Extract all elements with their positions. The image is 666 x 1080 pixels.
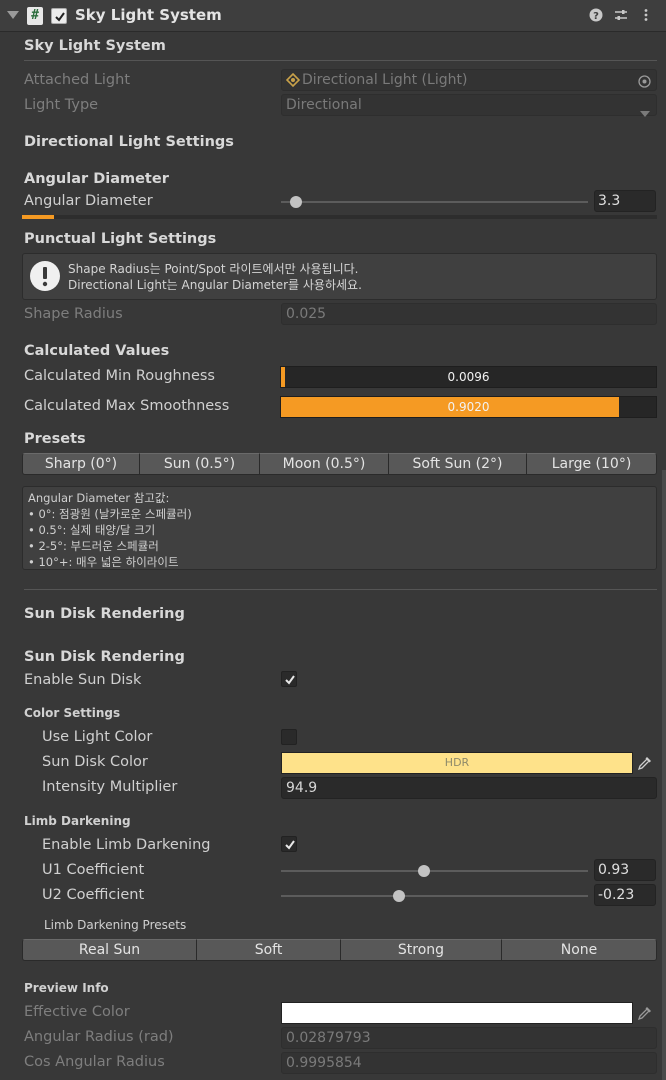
divider (24, 60, 657, 61)
use-light-color-checkbox[interactable] (281, 729, 297, 745)
limb-preset-real-sun-button[interactable]: Real Sun (22, 939, 197, 961)
subheading-angular-diameter: Angular Diameter (24, 171, 169, 187)
section-title-punctual: Punctual Light Settings (24, 231, 217, 247)
info-line: • 0°: 점광원 (날카로운 스페큘러) (28, 507, 192, 521)
info-line: • 2-5°: 부드러운 스페큘러 (28, 539, 159, 553)
preset-moon-button[interactable]: Moon (0.5°) (259, 453, 389, 475)
min-roughness-value: 0.0096 (447, 370, 490, 384)
angular-progress-track (22, 215, 657, 219)
scrollbar[interactable] (662, 470, 666, 1080)
u2-slider-track[interactable] (281, 895, 588, 897)
warning-info-icon (29, 260, 61, 296)
chevron-down-icon (640, 103, 650, 123)
u1-input[interactable]: 0.93 (594, 859, 656, 881)
sun-disk-color-swatch[interactable]: HDR (281, 752, 633, 774)
info-title: Angular Diameter 참고값: (28, 491, 170, 505)
limb-preset-none-button[interactable]: None (501, 939, 657, 961)
preset-sharp-button[interactable]: Sharp (0°) (22, 453, 140, 475)
preview-info-label: Preview Info (24, 981, 109, 995)
min-roughness-label: Calculated Min Roughness (24, 368, 215, 384)
component-title: Sky Light System (75, 6, 222, 24)
intensity-multiplier-input[interactable]: 94.9 (281, 777, 657, 799)
u2-coefficient-label: U2 Coefficient (42, 887, 145, 903)
attached-light-value: Directional Light (Light) (302, 72, 468, 88)
limb-preset-soft-button[interactable]: Soft (196, 939, 341, 961)
angular-progress-fill (22, 215, 54, 219)
section-title-calculated: Calculated Values (24, 343, 170, 359)
angular-presets-row: Sharp (0°) Sun (0.5°) Moon (0.5°) Soft S… (22, 453, 657, 475)
check-icon (55, 12, 65, 22)
info-line: • 10°+: 매우 넓은 하이라이트 (28, 555, 179, 569)
angular-diameter-slider-knob[interactable] (290, 196, 302, 208)
hdr-label: HDR (444, 756, 470, 769)
limb-darkening-label: Limb Darkening (24, 814, 131, 828)
max-smoothness-bar: 0.9020 (280, 396, 657, 418)
limb-presets-label: Limb Darkening Presets (44, 918, 187, 932)
attached-light-label: Attached Light (24, 72, 131, 88)
limb-presets-row: Real Sun Soft Strong None (22, 939, 657, 961)
divider (24, 589, 657, 590)
preset-large-button[interactable]: Large (10°) (526, 453, 657, 475)
intensity-multiplier-label: Intensity Multiplier (42, 779, 178, 795)
help-icon[interactable]: ? (588, 8, 604, 24)
u2-input[interactable]: -0.23 (594, 884, 656, 906)
component-enabled-checkbox[interactable] (51, 8, 67, 24)
help-box: Shape Radius는 Point/Spot 라이트에서만 사용됩니다. D… (22, 253, 657, 300)
preset-sun-button[interactable]: Sun (0.5°) (139, 453, 260, 475)
angular-diameter-input[interactable]: 3.3 (594, 190, 656, 212)
enable-limb-darkening-label: Enable Limb Darkening (42, 837, 211, 853)
script-icon: # (27, 7, 43, 25)
use-light-color-label: Use Light Color (42, 729, 153, 745)
angular-diameter-slider-track[interactable] (281, 201, 588, 203)
limb-preset-strong-button[interactable]: Strong (340, 939, 502, 961)
effective-color-swatch (281, 1002, 633, 1024)
angular-reference-box: Angular Diameter 참고값: • 0°: 점광원 (날카로운 스페… (22, 486, 657, 570)
section-title-sky-light: Sky Light System (24, 38, 166, 54)
section-title-sun-disk: Sun Disk Rendering (24, 606, 185, 622)
u1-slider-track[interactable] (281, 870, 588, 872)
light-type-value: Directional (286, 97, 362, 113)
max-smoothness-label: Calculated Max Smoothness (24, 398, 230, 414)
angular-radius-field: 0.02879793 (281, 1027, 657, 1049)
eyedropper-icon[interactable] (637, 755, 653, 775)
eyedropper-icon[interactable] (637, 1005, 653, 1025)
info-line: • 0.5°: 실제 태양/달 크기 (28, 523, 156, 537)
cos-angular-radius-field: 0.9995854 (281, 1052, 657, 1074)
object-picker-icon[interactable] (638, 74, 651, 94)
enable-sun-disk-label: Enable Sun Disk (24, 672, 142, 688)
section-title-presets: Presets (24, 431, 86, 447)
check-icon (285, 840, 295, 850)
light-icon (285, 72, 301, 93)
effective-color-label: Effective Color (24, 1004, 130, 1020)
subheading-sun-disk: Sun Disk Rendering (24, 649, 185, 665)
sun-disk-color-label: Sun Disk Color (42, 754, 148, 770)
cos-angular-radius-label: Cos Angular Radius (24, 1054, 165, 1070)
enable-sun-disk-checkbox[interactable] (281, 671, 297, 687)
min-roughness-bar: 0.0096 (280, 366, 657, 388)
presets-icon[interactable] (613, 8, 629, 24)
angular-diameter-label: Angular Diameter (24, 193, 153, 209)
shape-radius-label: Shape Radius (24, 306, 123, 322)
color-settings-label: Color Settings (24, 706, 121, 720)
u2-slider-knob[interactable] (393, 890, 405, 902)
shape-radius-field: 0.025 (281, 303, 657, 325)
light-type-label: Light Type (24, 97, 99, 113)
section-title-directional: Directional Light Settings (24, 134, 234, 150)
svg-text:?: ? (593, 11, 599, 22)
u1-slider-knob[interactable] (418, 865, 430, 877)
light-type-dropdown[interactable]: Directional (281, 94, 657, 117)
enable-limb-darkening-checkbox[interactable] (281, 836, 297, 852)
u1-coefficient-label: U1 Coefficient (42, 862, 145, 878)
foldout-triangle-icon[interactable] (7, 11, 19, 19)
check-icon (285, 675, 295, 685)
preset-soft-sun-button[interactable]: Soft Sun (2°) (388, 453, 527, 475)
angular-radius-label: Angular Radius (rad) (24, 1029, 174, 1045)
help-line-1: Shape Radius는 Point/Spot 라이트에서만 사용됩니다. (68, 262, 359, 276)
attached-light-field[interactable]: Directional Light (Light) (281, 69, 657, 91)
kebab-menu-icon[interactable] (638, 8, 654, 24)
max-smoothness-value: 0.9020 (447, 400, 490, 414)
help-line-2: Directional Light는 Angular Diameter를 사용하… (68, 278, 362, 292)
